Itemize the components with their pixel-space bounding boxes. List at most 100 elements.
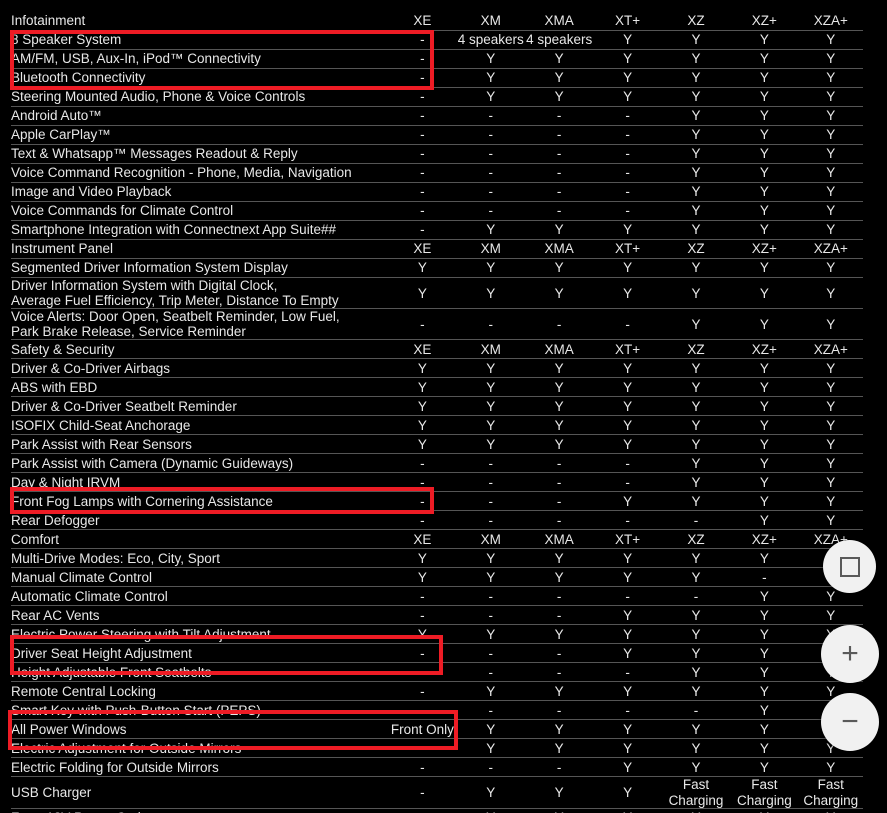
feature-value-xma: - xyxy=(524,163,594,183)
feature-value-xe: Y xyxy=(388,358,457,379)
feature-value-xz: Y xyxy=(661,567,731,588)
section-header-row: Instrument Panel XE XM XMA XT+ XZ XZ+ XZA+ xyxy=(11,239,863,259)
feature-value-xm: Y xyxy=(456,358,525,379)
feature-value-xz: Y xyxy=(661,106,731,126)
feature-value-xm: - xyxy=(456,201,525,221)
table-row: Driver & Co-Driver Airbags Y Y Y Y Y Y Y xyxy=(11,358,863,379)
feature-value-xzaplus: Y xyxy=(798,163,863,183)
column-header-xzplus: XZ+ xyxy=(730,529,799,550)
feature-label: 8 Speaker System xyxy=(11,30,389,50)
feature-label: Electric Adjustment for Outside Mirrors xyxy=(11,738,389,759)
column-header-xzplus: XZ+ xyxy=(730,339,799,360)
feature-value-xz: Y xyxy=(661,358,731,379)
feature-value-xe: Y xyxy=(388,277,457,310)
feature-value-xz: Y xyxy=(661,68,731,88)
feature-value-xma: - xyxy=(524,700,594,721)
feature-value-xma: Y xyxy=(524,396,594,417)
feature-value-xma: - xyxy=(524,308,594,341)
feature-value-xz: Y xyxy=(661,662,731,683)
feature-value-xtplus: Y xyxy=(593,548,662,569)
feature-value-xe: - xyxy=(388,605,457,626)
feature-value-xm: - xyxy=(456,163,525,183)
feature-value-xtplus: - xyxy=(593,308,662,341)
feature-value-xzplus: Y xyxy=(730,220,799,240)
feature-value-xzplus: Fast Charging xyxy=(730,776,799,809)
feature-value-xm: Y xyxy=(456,415,525,436)
feature-value-xe: - xyxy=(388,643,457,664)
feature-value-xma: 4 speakers xyxy=(524,30,594,50)
feature-label: Height Adjustable Front Seatbelts xyxy=(11,662,389,683)
feature-value-xzplus: Y xyxy=(730,396,799,417)
feature-value-xzaplus: Y xyxy=(798,808,863,813)
table-row: Smart Key with Push-Button Start (PEPS) -… xyxy=(11,700,863,721)
section-header-row: Comfort XE XM XMA XT+ XZ XZ+ XZA+ xyxy=(11,529,863,550)
feature-label: Smart Key with Push-Button Start (PEPS) xyxy=(11,700,389,721)
table-row: ABS with EBD Y Y Y Y Y Y Y xyxy=(11,377,863,398)
feature-label: Image and Video Playback xyxy=(11,182,389,202)
feature-value-xtplus: Y xyxy=(593,358,662,379)
feature-label: Front 12V Power Outlet xyxy=(11,808,389,813)
feature-value-xz: Y xyxy=(661,396,731,417)
column-header-xma: XMA xyxy=(524,339,594,360)
column-header-xma: XMA xyxy=(524,12,594,31)
feature-value-xm: - xyxy=(456,662,525,683)
table-row: Park Assist with Rear Sensors Y Y Y Y Y Y Y xyxy=(11,434,863,455)
table-row: Day & Night IRVM - - - - Y Y Y xyxy=(11,472,863,493)
feature-value-xtplus: Y xyxy=(593,757,662,778)
table-row: Electric Folding for Outside Mirrors - - - Y… xyxy=(11,757,863,778)
zoom-out-button[interactable]: − xyxy=(821,693,879,751)
feature-value-xz: - xyxy=(661,700,731,721)
document-viewer[interactable]: Infotainment XE XM XMA XT+ XZ XZ+ XZA+ 8 Speaker… xyxy=(0,0,887,813)
feature-value-xma: Y xyxy=(524,776,594,809)
feature-value-xzaplus: Y xyxy=(798,49,863,69)
feature-value-xzplus: Y xyxy=(730,548,799,569)
feature-value-xm: - xyxy=(456,605,525,626)
feature-label: ABS with EBD xyxy=(11,377,389,398)
feature-value-xma: Y xyxy=(524,358,594,379)
feature-value-xzplus: Y xyxy=(730,308,799,341)
feature-value-xzplus: Y xyxy=(730,491,799,512)
column-header-xm: XM xyxy=(456,12,525,31)
feature-value-xz: Y xyxy=(661,163,731,183)
feature-value-xma: - xyxy=(524,510,594,531)
feature-label: Rear Defogger xyxy=(11,510,389,531)
table-row: Android Auto™ - - - - Y Y Y xyxy=(11,106,863,126)
feature-value-xzplus: Y xyxy=(730,125,799,145)
column-header-xe: XE xyxy=(388,529,457,550)
feature-value-xe: - xyxy=(388,472,457,493)
feature-label: Steering Mounted Audio, Phone & Voice Co… xyxy=(11,87,389,107)
feature-value-xtplus: - xyxy=(593,163,662,183)
feature-value-xm: Y xyxy=(456,548,525,569)
feature-value-xzaplus: Y xyxy=(798,605,863,626)
table-row: Multi-Drive Modes: Eco, City, Sport Y Y Y Y Y… xyxy=(11,548,863,569)
feature-label: Text & Whatsapp™ Messages Readout & Repl… xyxy=(11,144,389,164)
feature-label: Driver Seat Height Adjustment xyxy=(11,643,389,664)
column-header-xtplus: XT+ xyxy=(593,239,662,259)
feature-value-xtplus: Y xyxy=(593,605,662,626)
table-row: Driver & Co-Driver Seatbelt Reminder Y Y Y Y… xyxy=(11,396,863,417)
section-title: Safety & Security xyxy=(11,339,389,360)
column-header-xzplus: XZ+ xyxy=(730,12,799,31)
feature-value-xz: Fast Charging xyxy=(661,776,731,809)
table-row: Electric Power Steering with Tilt Adjust… xyxy=(11,624,863,645)
feature-value-xe: - xyxy=(388,87,457,107)
feature-value-xzaplus: Y xyxy=(798,510,863,531)
feature-value-xz: Y xyxy=(661,220,731,240)
table-row: Apple CarPlay™ - - - - Y Y Y xyxy=(11,125,863,145)
column-header-xzaplus: XZA+ xyxy=(798,239,863,259)
zoom-in-button[interactable]: + xyxy=(821,625,879,683)
table-row: Text & Whatsapp™ Messages Readout & Repl… xyxy=(11,144,863,164)
feature-label: Rear AC Vents xyxy=(11,605,389,626)
feature-value-xzaplus: Y xyxy=(798,201,863,221)
fit-to-screen-button[interactable] xyxy=(823,540,876,593)
feature-value-xzaplus: Y xyxy=(798,144,863,164)
feature-value-xtplus: Y xyxy=(593,49,662,69)
feature-value-xzaplus: Y xyxy=(798,308,863,341)
feature-value-xzplus: Y xyxy=(730,377,799,398)
column-header-xm: XM xyxy=(456,529,525,550)
feature-value-xzplus: Y xyxy=(730,68,799,88)
feature-value-xm: Y xyxy=(456,87,525,107)
feature-value-xe: Front Only xyxy=(388,719,457,740)
feature-value-xzaplus: Y xyxy=(798,491,863,512)
feature-value-xtplus: Y xyxy=(593,258,662,278)
